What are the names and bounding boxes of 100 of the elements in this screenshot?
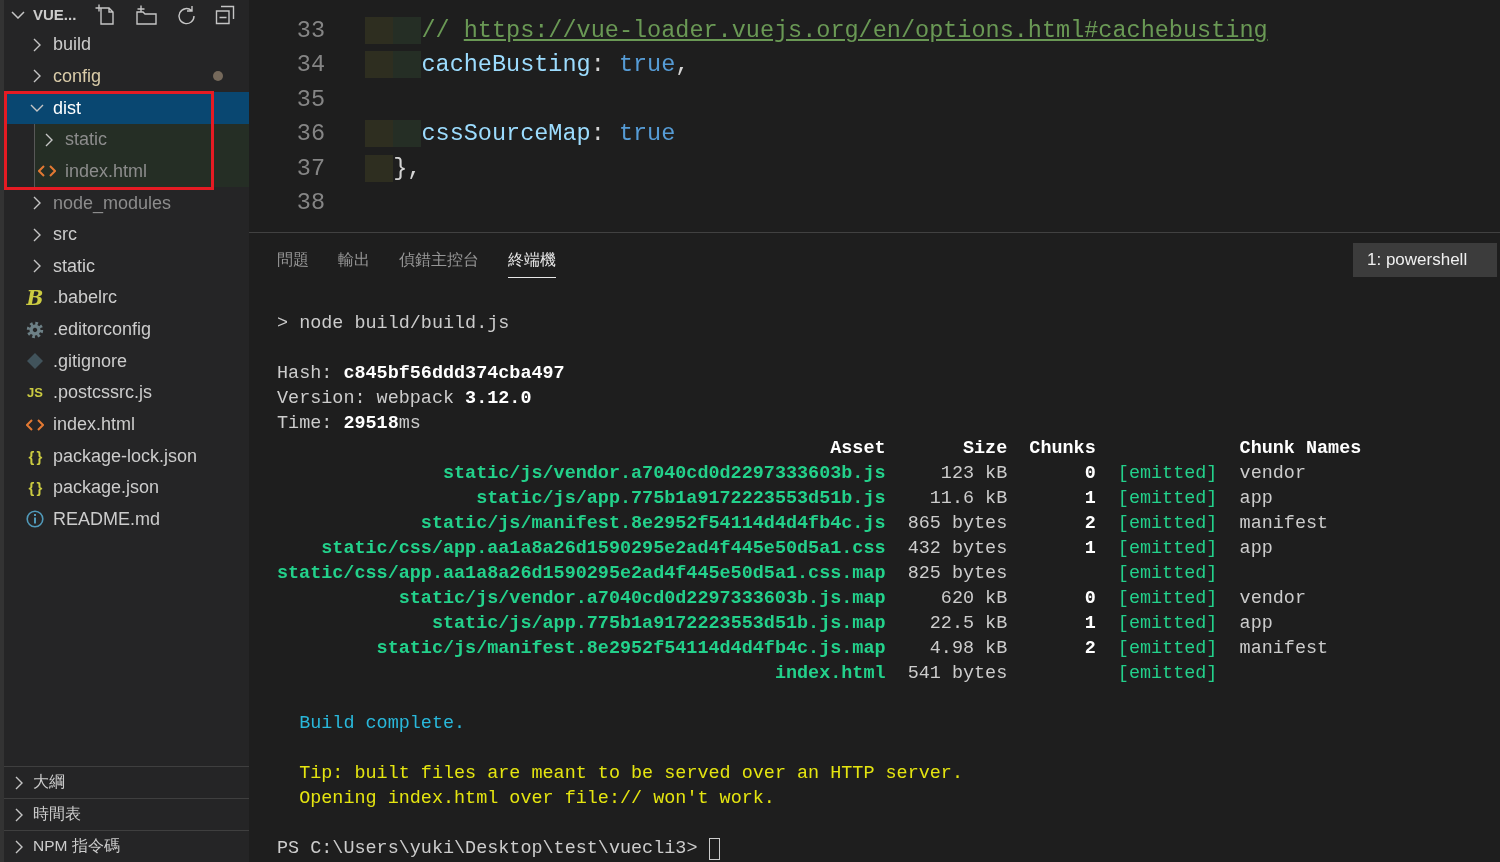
asset-size: 4.98 kB xyxy=(929,637,1008,661)
asset-path: static/js/manifest.8e2952f54114d4d4fb4c.js.map xyxy=(376,637,886,661)
line-number: 33 xyxy=(296,15,325,46)
tree-item[interactable]: dist xyxy=(4,92,249,124)
js-icon: JS xyxy=(26,386,44,400)
chunk-name: app xyxy=(1239,537,1273,561)
line-number: 35 xyxy=(296,84,325,115)
chunk-id: 1 xyxy=(1084,487,1096,511)
pane-header[interactable]: 大綱 xyxy=(4,766,249,798)
chunk-name: app xyxy=(1239,612,1273,636)
pane-header[interactable]: 時間表 xyxy=(4,798,249,830)
chunk-name: app xyxy=(1239,487,1273,511)
tree-item[interactable]: build xyxy=(4,29,249,61)
column-header: Chunks xyxy=(1029,437,1096,461)
tree-item[interactable]: index.html xyxy=(4,408,249,441)
asset-path: static/js/vendor.a7040cd0d2297333603b.js xyxy=(442,462,886,486)
emit-status: [emitted] xyxy=(1117,487,1218,511)
chunk-name: manifest xyxy=(1239,637,1329,661)
emit-status: [emitted] xyxy=(1117,537,1218,561)
explorer-title[interactable]: VUE... xyxy=(33,6,77,23)
tree-item[interactable]: src xyxy=(4,218,249,251)
line-number: 38 xyxy=(296,188,325,219)
panel-tab[interactable]: 輸出 xyxy=(338,251,370,278)
code-icon xyxy=(26,418,44,431)
asset-size: 432 bytes xyxy=(907,537,1008,561)
terminal-line: Time: 29518ms xyxy=(277,412,421,436)
asset-size: 123 kB xyxy=(940,462,1008,486)
build-message: Build complete. xyxy=(298,712,466,736)
terminal-line: Version: webpack 3.12.0 xyxy=(277,387,532,411)
braces-icon: { } xyxy=(26,480,44,496)
column-header: Size xyxy=(962,437,1008,461)
chunk-id: 2 xyxy=(1084,512,1096,536)
chunk-id: 1 xyxy=(1084,612,1096,636)
tree-item[interactable]: JS .postcssrc.js xyxy=(4,377,249,409)
chunk-id: 1 xyxy=(1084,537,1096,561)
asset-size: 865 bytes xyxy=(907,512,1008,536)
tree-item[interactable]: index.html xyxy=(35,155,249,188)
tree-item[interactable]: README.md xyxy=(4,503,249,536)
new-folder-icon[interactable] xyxy=(135,4,158,25)
panel-tab[interactable]: 問題 xyxy=(277,251,309,278)
emit-status: [emitted] xyxy=(1117,662,1218,686)
column-header: Chunk Names xyxy=(1239,437,1362,461)
chevron-down-icon[interactable] xyxy=(11,10,25,19)
tip-message: Opening index.html over file:// won't work. xyxy=(298,787,775,811)
asset-size: 11.6 kB xyxy=(929,487,1008,511)
asset-path: static/css/app.aa1a8a26d1590295e2ad4f445e50d5a1.css.map xyxy=(277,562,886,586)
tip-message: Tip: built files are meant to be served over an HTTP server. xyxy=(298,762,963,786)
asset-size: 620 kB xyxy=(940,587,1008,611)
tree-item[interactable]: config xyxy=(4,60,249,93)
chunk-id: 0 xyxy=(1084,462,1096,486)
asset-path: static/js/app.775b1a9172223553d51b.js.map xyxy=(431,612,886,636)
terminal-line: Hash: c845bf56ddd374cba497 xyxy=(277,362,565,386)
tree-item[interactable]: { } package.json xyxy=(4,471,249,504)
asset-size: 22.5 kB xyxy=(929,612,1008,636)
emit-status: [emitted] xyxy=(1117,637,1218,661)
chunk-id: 0 xyxy=(1084,587,1096,611)
terminal-select[interactable]: 1: powershell xyxy=(1353,243,1497,277)
chunk-id: 2 xyxy=(1084,637,1096,661)
emit-status: [emitted] xyxy=(1117,562,1218,586)
chunk-name: vendor xyxy=(1239,462,1306,486)
tree-item[interactable]: static xyxy=(4,250,249,283)
code-line: cssSourceMap: true xyxy=(365,117,676,152)
asset-path: static/js/app.775b1a9172223553d51b.js xyxy=(476,487,886,511)
chunk-name: manifest xyxy=(1239,512,1329,536)
column-header: Asset xyxy=(830,437,886,461)
b-letter-icon: B xyxy=(26,287,44,308)
code-icon xyxy=(38,165,56,178)
panel-tab[interactable]: 終端機 xyxy=(508,251,556,278)
emit-status: [emitted] xyxy=(1117,612,1218,636)
tree-item[interactable]: .gitignore xyxy=(4,345,249,378)
tree-item[interactable]: node_modules xyxy=(4,187,249,219)
asset-path: index.html xyxy=(774,662,886,686)
code-comment: // xyxy=(365,13,464,49)
emit-status: [emitted] xyxy=(1117,512,1218,536)
emit-status: [emitted] xyxy=(1117,587,1218,611)
panel-tab[interactable]: 偵錯主控台 xyxy=(399,251,479,278)
diamond-icon xyxy=(26,352,44,371)
line-number: 37 xyxy=(296,153,325,184)
tree-item[interactable]: { } package-lock.json xyxy=(4,440,249,472)
tree-item[interactable]: .editorconfig xyxy=(4,313,249,346)
asset-path: static/js/vendor.a7040cd0d2297333603b.js.map xyxy=(398,587,886,611)
asset-path: static/css/app.aa1a8a26d1590295e2ad4f445e50d5a1.css xyxy=(321,537,886,561)
info-icon xyxy=(26,510,44,529)
emit-status: [emitted] xyxy=(1117,462,1218,486)
code-line: cacheBusting: true, xyxy=(365,48,690,83)
tree-item[interactable]: B .babelrc xyxy=(4,282,249,314)
line-number: 36 xyxy=(296,119,325,150)
code-line: }, xyxy=(365,151,422,187)
line-number: 34 xyxy=(296,50,325,81)
asset-size: 825 bytes xyxy=(907,562,1008,586)
refresh-icon[interactable] xyxy=(176,4,197,25)
gear-icon xyxy=(26,320,44,339)
pane-header[interactable]: NPM 指令碼 xyxy=(4,830,249,862)
code-link[interactable]: https://vue-loader.vuejs.org/en/options.html#cachebusting xyxy=(463,13,1268,49)
tree-item[interactable]: static xyxy=(35,123,249,156)
terminal-command: > node build/build.js xyxy=(277,312,510,336)
collapse-all-icon[interactable] xyxy=(215,4,236,25)
asset-path: static/js/manifest.8e2952f54114d4d4fb4c.js xyxy=(420,512,886,536)
new-file-icon[interactable] xyxy=(95,4,117,25)
braces-icon: { } xyxy=(26,448,44,464)
